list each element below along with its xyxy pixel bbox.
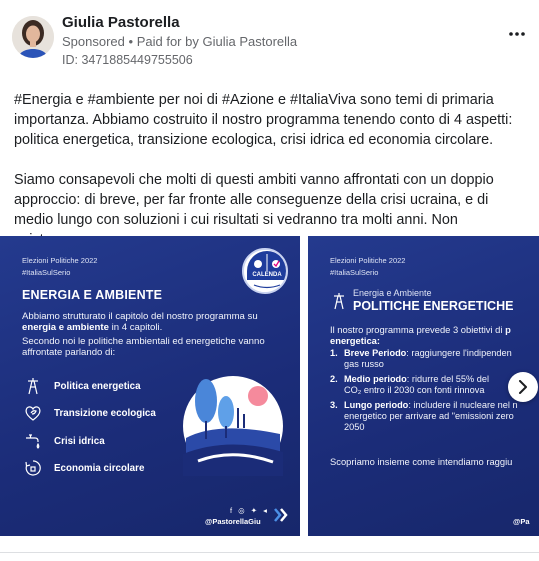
slide-paragraph-2: Secondo noi le politiche ambientali ed e… [22, 336, 265, 358]
item-text-2: energetico per arrivare ad "emissioni ze… [344, 411, 514, 421]
more-horizontal-icon [509, 32, 525, 36]
landscape-illustration [183, 376, 283, 476]
post-header: Giulia Pastorella Sponsored • Paid for b… [12, 12, 532, 70]
slide-meta-election: Elezioni Politiche 2022 [22, 256, 98, 265]
topic-label: Politica energetica [54, 380, 141, 392]
intro-text: Il nostro programma prevede 3 obiettivi … [330, 324, 506, 335]
post-paragraph-1: #Energia e #ambiente per noi di #Azione … [14, 92, 513, 148]
slide-meta-hashtag: #ItaliaSulSerio [22, 268, 71, 277]
item-label: Lungo periodo [344, 400, 409, 410]
slide-title: ENERGIA E AMBIENTE [22, 288, 163, 302]
item-text-3: 2050 [344, 422, 365, 432]
double-chevron-icon [274, 508, 288, 522]
slide-handle: @Pa [513, 517, 530, 526]
recycle-icon [22, 458, 44, 478]
slide-closing-text: Scopriamo insieme come intendiamo raggiu [330, 456, 513, 467]
carousel-slide-politiche-energetiche[interactable]: Elezioni Politiche 2022 #ItaliaSulSerio … [308, 236, 539, 536]
paid-for-name: Giulia Pastorella [202, 34, 298, 49]
slide-title: POLITICHE ENERGETICHE [353, 299, 514, 313]
ad-post-card: Giulia Pastorella Sponsored • Paid for b… [0, 0, 539, 561]
slide-meta-election: Elezioni Politiche 2022 [330, 256, 406, 265]
topic-transizione-ecologica: Transizione ecologica [22, 403, 156, 423]
slide-intro-line-2: energetica: [330, 335, 381, 346]
sponsored-label: Sponsored [62, 34, 125, 49]
water-tap-icon [22, 431, 44, 451]
slide-intro-line-1: Il nostro programma prevede 3 obiettivi … [330, 324, 539, 335]
list-item: 3. Lungo periodo: includere il nucleare … [330, 400, 539, 433]
topic-label: Economia circolare [54, 462, 145, 474]
slide-meta-hashtag: #ItaliaSulSerio [330, 268, 379, 277]
item-text: : includere il nucleare nel n [408, 400, 518, 410]
topic-label: Transizione ecologica [54, 407, 156, 419]
separator-dot: • [128, 34, 134, 49]
slide-para-text-end: in 4 capitoli. [108, 322, 163, 333]
carousel-slide-energia-ambiente[interactable]: Elezioni Politiche 2022 #ItaliaSulSerio … [0, 236, 300, 536]
item-number: 2. [330, 374, 338, 384]
list-item: 1. Breve Periodo: raggiungere l'indipend… [330, 348, 539, 370]
social-icons: f ◎ ✦ ◂ [230, 506, 269, 515]
item-text: : ridurre del 55% del [406, 374, 490, 384]
image-carousel[interactable]: Elezioni Politiche 2022 #ItaliaSulSerio … [0, 236, 539, 536]
topic-label: Crisi idrica [54, 435, 105, 447]
sponsored-line: Sponsored • Paid for by Giulia Pastorell… [62, 34, 297, 49]
chevron-right-icon [519, 380, 527, 394]
more-options-button[interactable] [502, 22, 532, 46]
intro-bold: p [505, 324, 511, 335]
item-label: Medio periodo [344, 374, 407, 384]
slide-para-bold: energia e ambiente [22, 322, 109, 333]
item-number: 3. [330, 400, 338, 410]
eco-heart-icon [22, 403, 44, 423]
item-text-2: gas russo [344, 359, 384, 369]
party-logo: CALENDA [242, 248, 288, 294]
party-logo-text: CALENDA [252, 272, 282, 278]
slide-para-text: Abbiamo strutturato il capitolo del nost… [22, 311, 258, 322]
item-number: 1. [330, 348, 338, 358]
topic-crisi-idrica: Crisi idrica [22, 431, 105, 451]
topic-politica-energetica: Politica energetica [22, 376, 141, 396]
slide-subtitle: Energia e Ambiente [353, 288, 432, 298]
divider [0, 552, 539, 553]
energy-tower-icon [334, 293, 344, 310]
slide-paragraph-1: Abbiamo strutturato il capitolo del nost… [22, 311, 272, 333]
item-text: : raggiungere l'indipenden [406, 348, 512, 358]
author-name[interactable]: Giulia Pastorella [62, 14, 180, 31]
energy-tower-icon [22, 376, 44, 396]
topic-economia-circolare: Economia circolare [22, 458, 144, 478]
item-label: Breve Periodo [344, 348, 407, 358]
item-text-2: CO₂ entro il 2030 con fonti rinnova [344, 385, 485, 395]
objectives-list: 1. Breve Periodo: raggiungere l'indipend… [330, 348, 539, 437]
avatar[interactable] [12, 16, 54, 58]
slide-handle: @PastorellaGiu [205, 517, 261, 526]
paid-for-prefix: Paid for by [136, 34, 199, 49]
ad-id: ID: 3471885449755506 [62, 53, 193, 67]
carousel-next-button[interactable] [508, 372, 538, 402]
